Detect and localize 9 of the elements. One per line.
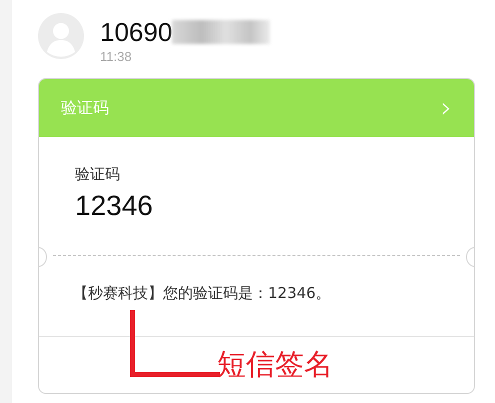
- code-label: 验证码: [75, 165, 121, 184]
- card-header[interactable]: 验证码 ›: [39, 79, 474, 137]
- card-title: 验证码: [61, 98, 109, 118]
- message-time: 11:38: [100, 49, 133, 64]
- verification-code: 12346: [75, 190, 154, 222]
- chevron-icon: ›: [440, 94, 452, 122]
- sender-number: 10690: [100, 17, 172, 47]
- message-text: 【秒赛科技】您的验证码是：12346。: [73, 284, 331, 302]
- annotation-label: 短信签名: [217, 346, 333, 383]
